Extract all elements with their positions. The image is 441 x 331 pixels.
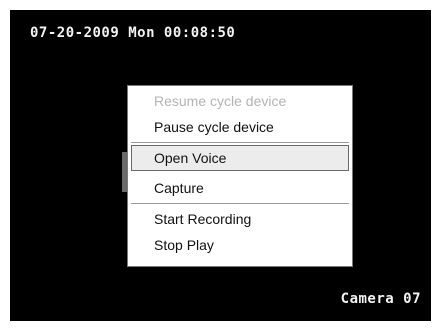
osd-camera-name: Camera 07 <box>340 291 421 307</box>
menu-separator <box>131 203 349 204</box>
menu-item-capture[interactable]: Capture <box>131 175 349 201</box>
menu-item-open-voice[interactable]: Open Voice <box>131 145 349 171</box>
video-display[interactable]: 07-20-2009 Mon 00:08:50 Resume cycle dev… <box>10 10 431 321</box>
menu-item-start-recording[interactable]: Start Recording <box>131 206 349 232</box>
osd-datetime: 07-20-2009 Mon 00:08:50 <box>30 25 236 41</box>
menu-item-stop-play[interactable]: Stop Play <box>131 232 349 258</box>
context-menu: Resume cycle device Pause cycle device O… <box>127 85 353 267</box>
menu-item-resume-cycle-device: Resume cycle device <box>154 93 287 109</box>
menu-separator <box>131 142 349 143</box>
menu-item-pause-cycle-device[interactable]: Pause cycle device <box>131 114 349 140</box>
